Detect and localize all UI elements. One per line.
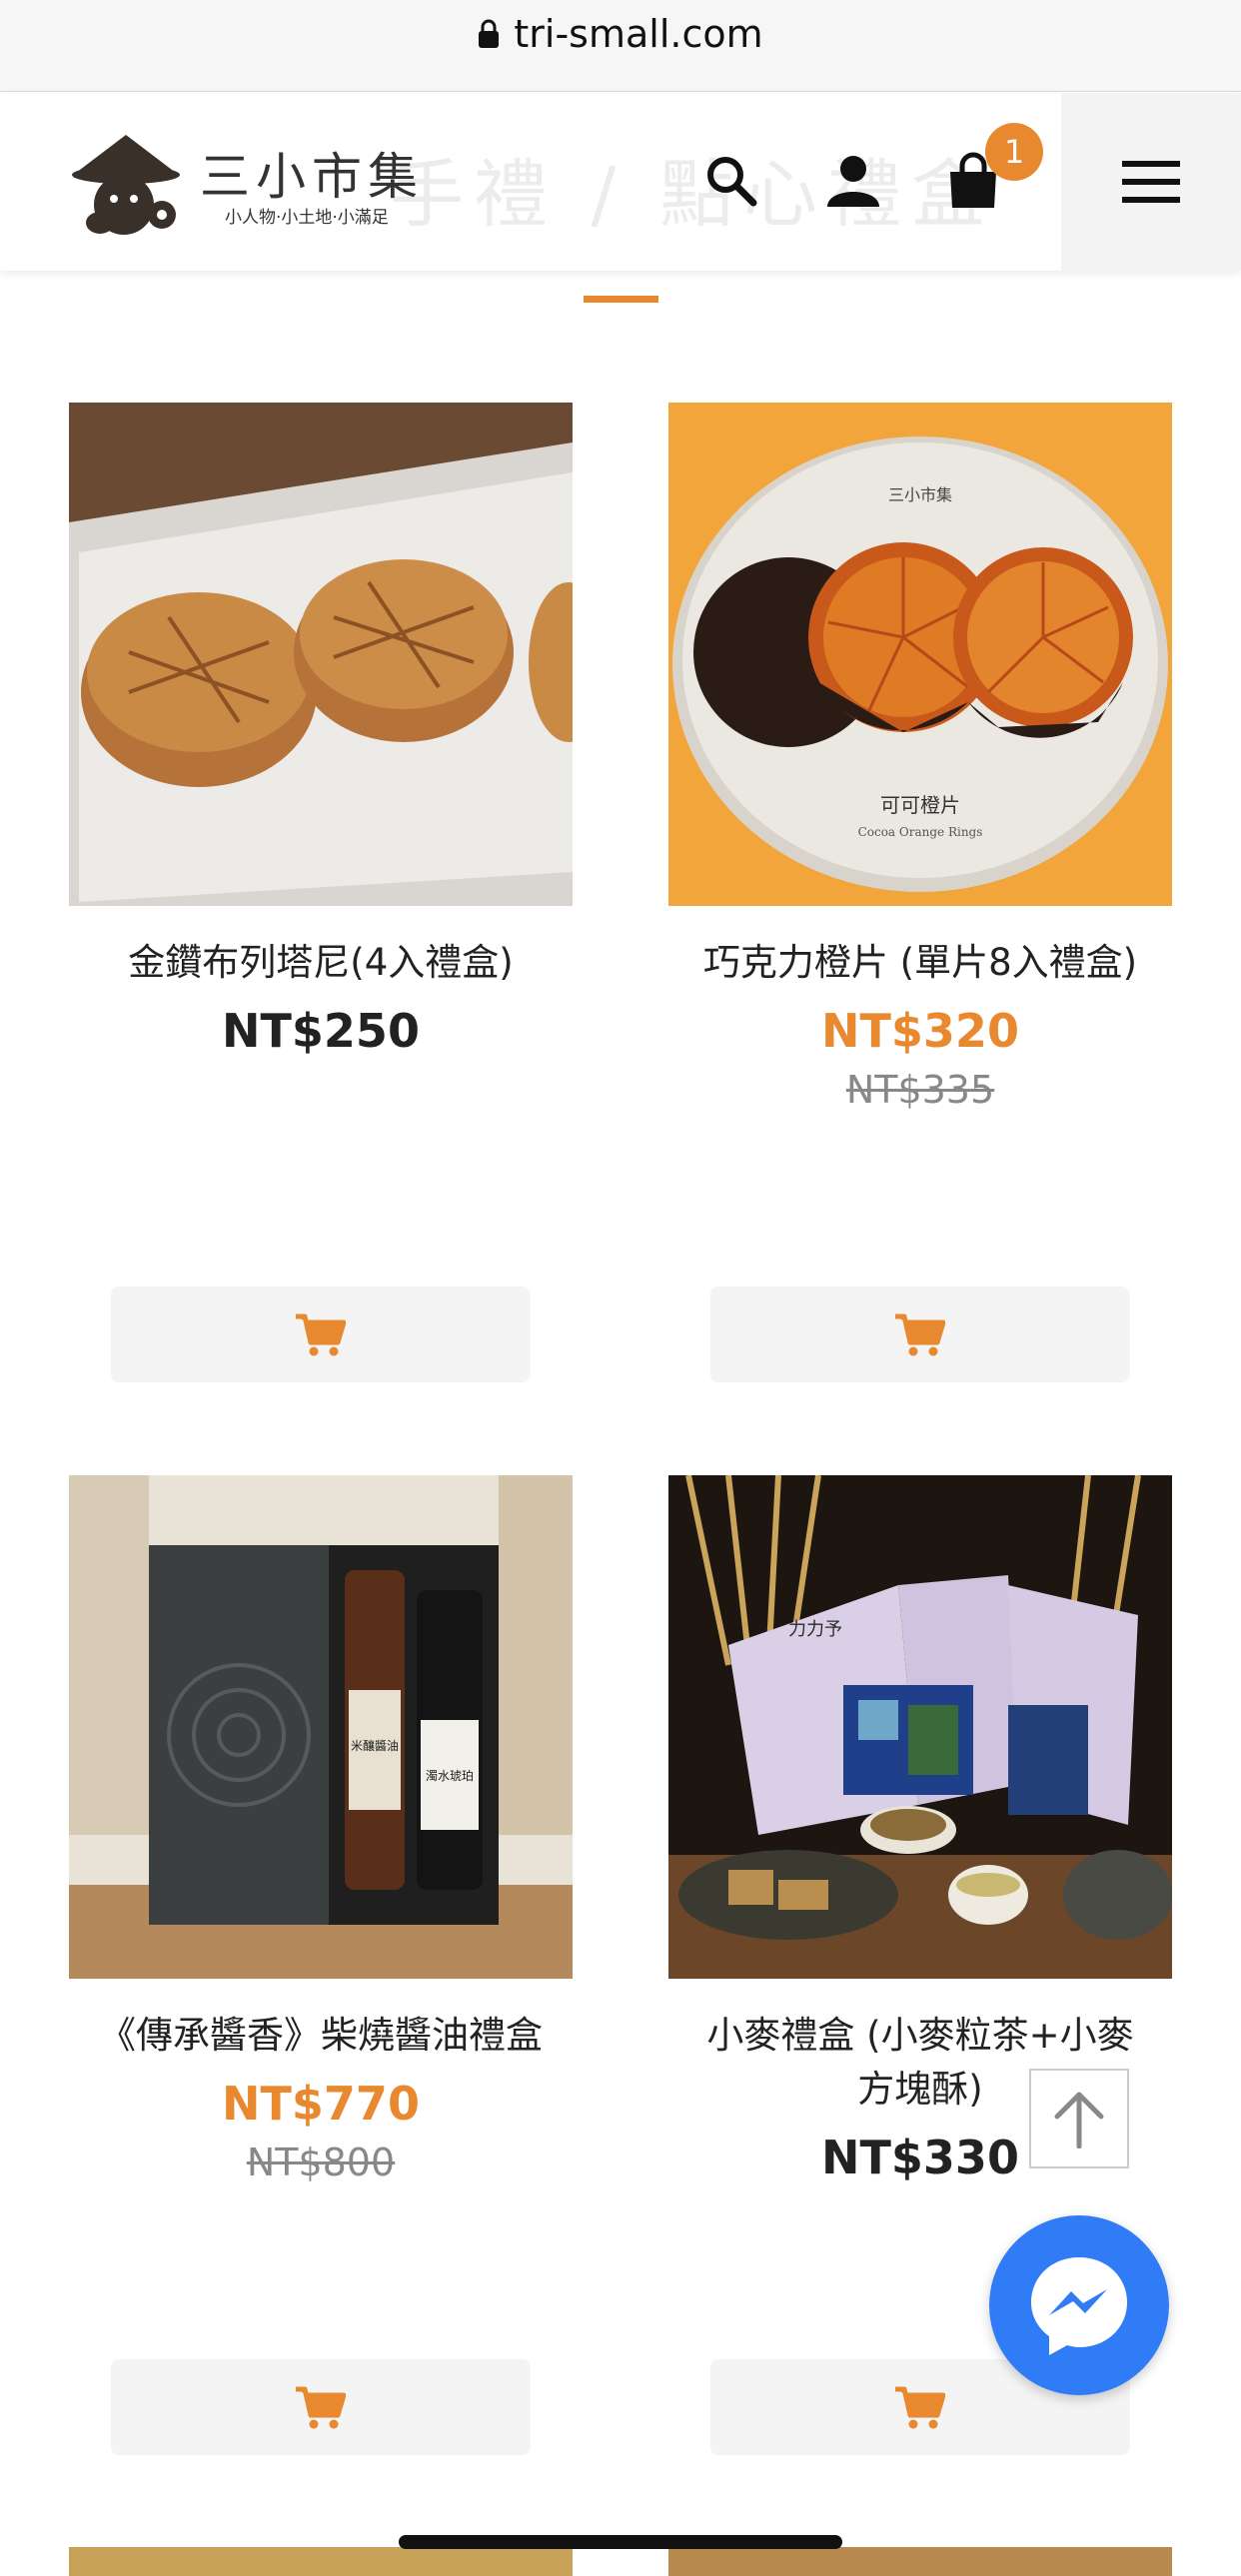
- messenger-icon: [1031, 2257, 1127, 2355]
- product-name[interactable]: 《傳承醬香》柴燒醬油禮盒: [69, 2009, 573, 2063]
- cart-icon: [296, 1313, 346, 1356]
- photo-label: 力力予: [788, 1619, 842, 1640]
- product-card[interactable]: 米釀醬油 濁水琥珀 《傳承醬香》柴燒醬油禮盒 NT$770 NT$800: [69, 1475, 573, 2184]
- product-image[interactable]: 米釀醬油 濁水琥珀: [69, 1475, 573, 1979]
- product-card[interactable]: 三小市集 可可橙片 Cocoa Orange Rings 巧克力橙片 (單片8入…: [668, 403, 1172, 1112]
- home-indicator: [399, 2535, 842, 2549]
- next-product-image[interactable]: [668, 2547, 1172, 2576]
- product-photo: 三小市集 可可橙片 Cocoa Orange Rings: [668, 403, 1172, 906]
- brand-tagline: 小人物·小土地·小滿足: [225, 208, 389, 228]
- product-name[interactable]: 金鑽布列塔尼(4入禮盒): [69, 936, 573, 990]
- url-text-container: tri-small.com: [0, 12, 1241, 56]
- back-to-top-button[interactable]: [1029, 2069, 1129, 2168]
- cart-icon: [895, 2386, 945, 2429]
- user-icon: [827, 156, 879, 207]
- title-accent-line: [584, 296, 658, 303]
- next-product-image[interactable]: [69, 2547, 573, 2576]
- hamburger-menu-icon: [1122, 161, 1180, 203]
- page-title: 手禮 / 點心禮盒: [390, 152, 995, 238]
- product-image[interactable]: 三小市集 可可橙片 Cocoa Orange Rings: [668, 403, 1172, 906]
- search-icon: [707, 157, 757, 207]
- photo-title-text: 可可橙片: [880, 793, 960, 817]
- photo-brand-text: 三小市集: [888, 485, 952, 504]
- messenger-chat-button[interactable]: [989, 2215, 1169, 2395]
- add-to-cart-button[interactable]: [111, 2359, 531, 2455]
- product-price: NT$250: [222, 1004, 420, 1058]
- add-to-cart-button[interactable]: [111, 1287, 531, 1382]
- product-sale-price: NT$320: [821, 1004, 1019, 1058]
- photo-subtitle-text: Cocoa Orange Rings: [858, 825, 983, 839]
- cart-count-badge: 1: [985, 123, 1043, 181]
- add-to-cart-button[interactable]: [710, 1287, 1130, 1382]
- site-logo[interactable]: 三小市集 小人物·小土地·小滿足: [70, 127, 418, 237]
- arrow-up-icon: [1054, 2092, 1104, 2148]
- product-photo: 力力予: [668, 1475, 1172, 1979]
- logo-mascot-icon: [72, 135, 180, 235]
- product-sale-price: NT$770: [222, 2077, 420, 2131]
- photo-label-b: 濁水琥珀: [426, 1769, 474, 1783]
- product-image[interactable]: 力力予: [668, 1475, 1172, 1979]
- menu-button[interactable]: [1061, 93, 1241, 271]
- site-header: 手禮 / 點心禮盒 三小市集 小人物·小土地·小滿足 1: [0, 93, 1241, 271]
- product-original-price: NT$800: [246, 2141, 396, 2184]
- search-button[interactable]: [695, 145, 767, 217]
- product-photo: [69, 403, 573, 906]
- browser-url-bar[interactable]: tri-small.com: [0, 0, 1241, 92]
- url-text: tri-small.com: [514, 12, 763, 56]
- product-photo: 米釀醬油 濁水琥珀: [69, 1475, 573, 1979]
- lock-icon: [479, 19, 500, 48]
- brand-name: 三小市集: [200, 148, 424, 206]
- photo-label-a: 米釀醬油: [351, 1738, 399, 1753]
- cart-icon: [895, 1313, 945, 1356]
- product-name[interactable]: 巧克力橙片 (單片8入禮盒): [668, 936, 1172, 990]
- product-image[interactable]: [69, 403, 573, 906]
- cart-icon: [296, 2386, 346, 2429]
- product-card[interactable]: 金鑽布列塔尼(4入禮盒) NT$250: [69, 403, 573, 1058]
- product-original-price: NT$335: [845, 1068, 995, 1112]
- account-button[interactable]: [817, 145, 889, 217]
